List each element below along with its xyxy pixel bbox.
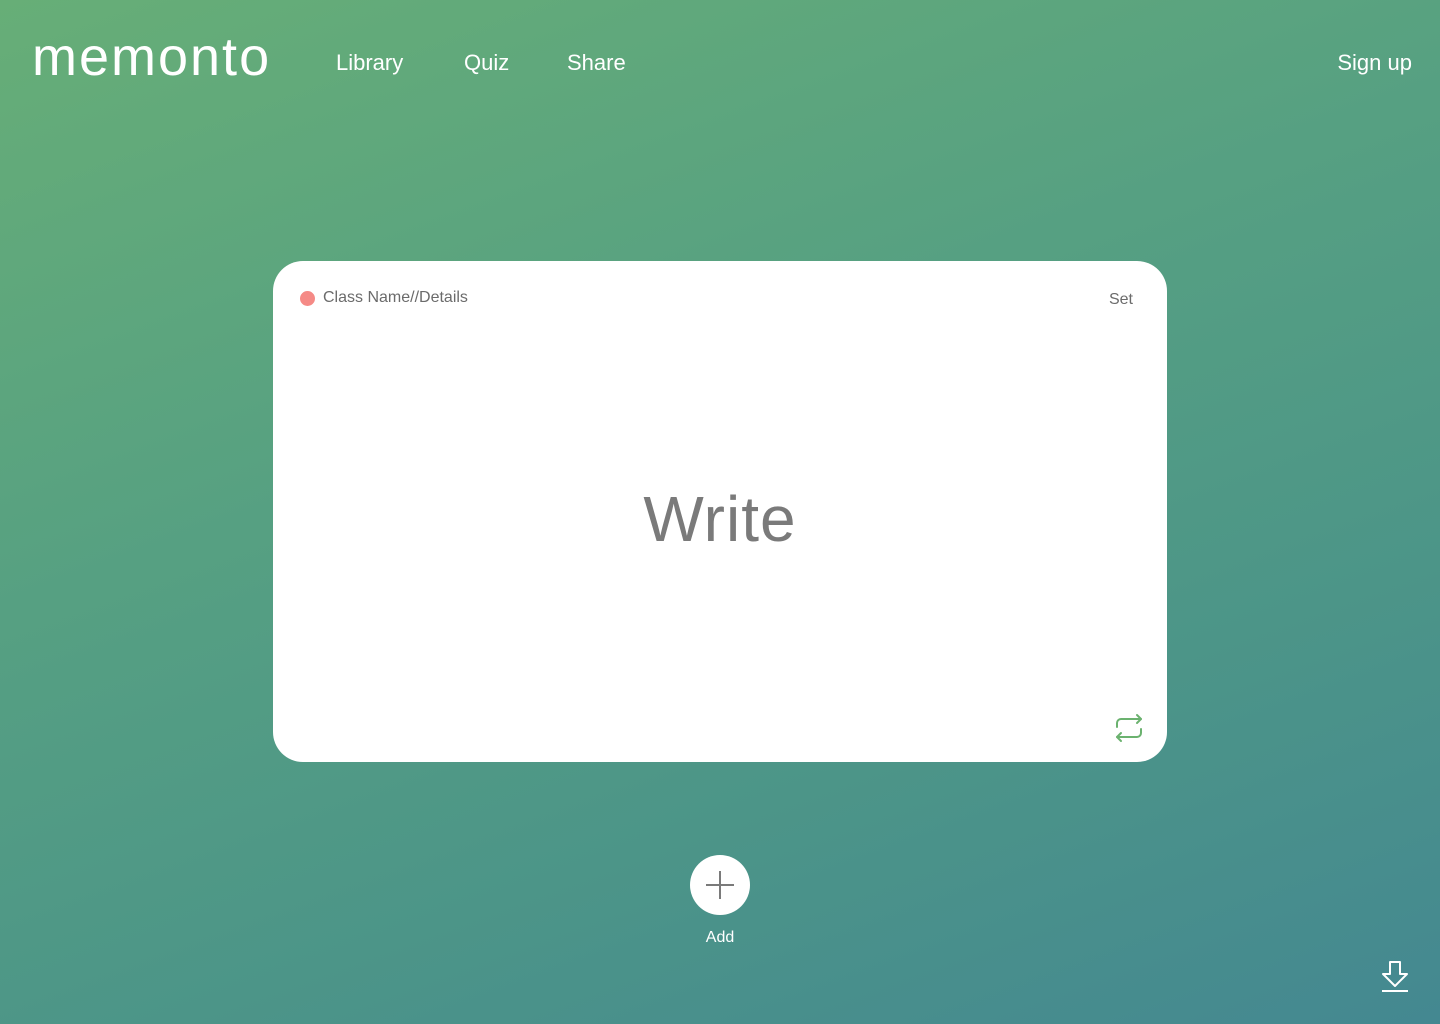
card-content-input[interactable]: Write	[273, 483, 1167, 555]
nav-item-quiz[interactable]: Quiz	[464, 48, 509, 78]
class-name-label[interactable]: Class Name//Details	[323, 289, 468, 307]
download-icon[interactable]	[1380, 960, 1410, 994]
add-label: Add	[705, 929, 735, 946]
card-header: Class Name//Details	[300, 289, 468, 307]
add-button[interactable]	[690, 855, 750, 915]
nav-item-library[interactable]: Library	[336, 48, 403, 78]
logo[interactable]: memonto	[32, 24, 271, 90]
sign-up-link[interactable]: Sign up	[1337, 48, 1412, 78]
status-dot	[300, 290, 315, 306]
add-card-control: Add	[690, 855, 750, 946]
plus-icon	[706, 871, 734, 899]
repeat-icon[interactable]	[1111, 712, 1147, 744]
set-button[interactable]: Set	[1109, 291, 1133, 309]
nav-item-share[interactable]: Share	[567, 48, 626, 78]
flashcard[interactable]: Class Name//Details Set Write	[273, 261, 1167, 762]
